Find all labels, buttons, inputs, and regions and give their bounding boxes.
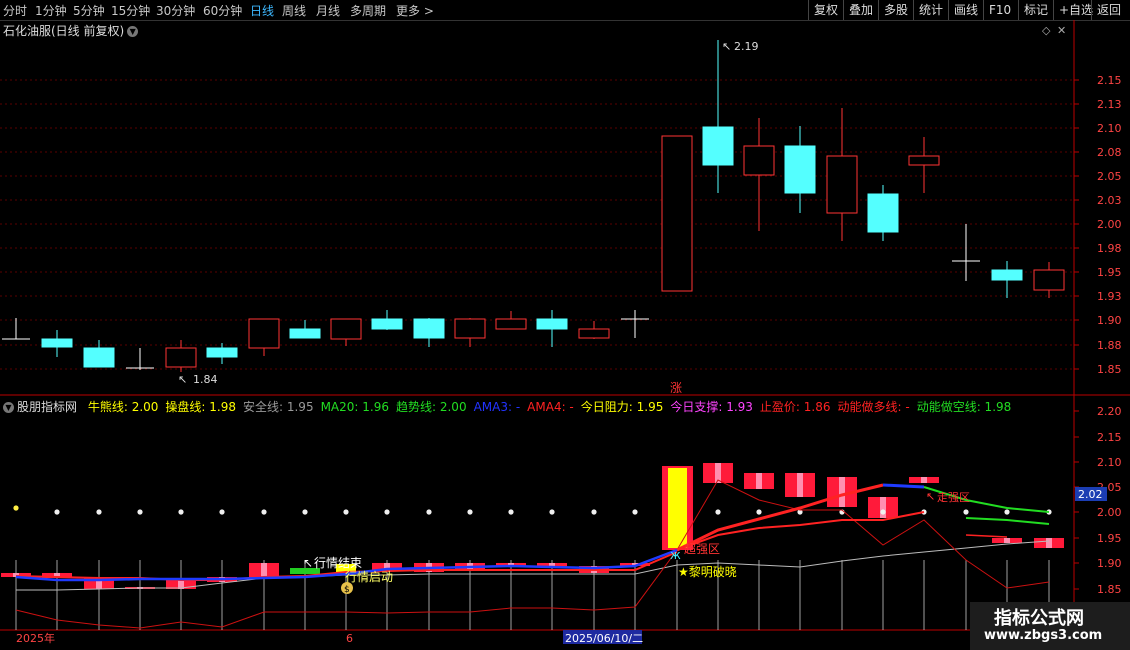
price-tick-label: 1.90 (1097, 314, 1122, 327)
candlestick (289, 320, 321, 339)
signal-dot (96, 509, 102, 515)
signal-dot (963, 509, 969, 515)
watermark-url: www.zbgs3.com (984, 628, 1103, 643)
signal-dot (756, 509, 762, 515)
svg-text:$: $ (344, 585, 350, 595)
trend-blue (882, 483, 925, 489)
signal-dot (261, 509, 267, 515)
candlestick (991, 261, 1023, 298)
signal-dot (715, 509, 721, 515)
candlestick (126, 348, 154, 370)
signal-dot (343, 509, 349, 515)
signal-dot (549, 509, 555, 515)
candlestick (702, 40, 734, 193)
date-label: 6 (346, 632, 353, 645)
butterfly-icon: ж (670, 548, 681, 562)
walk-strong-label: 走强区 (937, 491, 970, 504)
price-tick-label: 1.88 (1097, 339, 1122, 352)
candlestick (536, 310, 568, 347)
price-tick-label: 1.98 (1097, 242, 1122, 255)
dawn-break-label: ★黎明破晓 (678, 564, 737, 579)
signal-dot (508, 509, 514, 515)
svg-text:2.02: 2.02 (1078, 488, 1103, 501)
candlestick (908, 137, 940, 193)
indicator-tick-label: 2.00 (1097, 506, 1122, 519)
candlestick (413, 318, 445, 347)
candlestick (83, 340, 115, 368)
price-tick-label: 2.15 (1097, 74, 1122, 87)
resistance-line (965, 534, 1008, 538)
price-tick-label: 2.05 (1097, 170, 1122, 183)
high-price-label: 2.19 (734, 40, 759, 53)
price-tick-label: 1.95 (1097, 266, 1122, 279)
market-end-label: 行情结束 (314, 556, 362, 570)
signal-dot (426, 509, 432, 515)
indicator-bar (909, 477, 939, 483)
signal-dot (384, 509, 390, 515)
signal-dot (467, 509, 473, 515)
date-label: 2025年 (16, 631, 55, 645)
price-tick-label: 1.93 (1097, 290, 1122, 303)
candlestick (248, 318, 280, 356)
low-price-label: 1.84 (193, 373, 218, 386)
price-tick-label: 2.10 (1097, 122, 1122, 135)
indicator-bar (992, 538, 1022, 543)
price-tick-label: 2.13 (1097, 98, 1122, 111)
date-cursor-label: 2025/06/10/二 (565, 632, 643, 645)
svg-text:↖: ↖ (722, 40, 731, 53)
market-start-label: 行情启动 (345, 570, 393, 584)
signal-dot (302, 509, 308, 515)
signal-dot (13, 505, 19, 511)
candlestick (578, 321, 610, 339)
svg-text:↖: ↖ (178, 373, 187, 386)
indicator-tick-label: 2.20 (1097, 405, 1122, 418)
signal-dot (632, 509, 638, 515)
candlestick (495, 311, 527, 330)
price-tick-label: 2.03 (1097, 194, 1122, 207)
indicator-bar (785, 473, 815, 497)
indicator-bar (868, 497, 898, 518)
indicator-bar (744, 473, 774, 489)
candlestick (206, 343, 238, 364)
signal-dot (219, 509, 225, 515)
kline-chart-canvas: 2.15 2.13 2.10 2.08 2.05 2.03 2.00 1.98 1.95 1.93… (0, 20, 1130, 650)
diamond-icon[interactable]: ◇ (1042, 24, 1051, 37)
candlestick (41, 330, 73, 357)
indicator-tick-label: 1.95 (1097, 532, 1122, 545)
price-tick-label: 1.85 (1097, 363, 1122, 376)
candlestick (330, 318, 362, 346)
indicator-bar (1034, 538, 1064, 548)
price-tick-label: 2.08 (1097, 146, 1122, 159)
svg-text:↖: ↖ (926, 490, 935, 503)
trend-line (965, 517, 1050, 525)
indicator-tick-label: 1.90 (1097, 557, 1122, 570)
candlestick (621, 310, 649, 338)
indicator-tick-label: 2.10 (1097, 456, 1122, 469)
candlestick (1033, 262, 1065, 298)
watermark-title: 指标公式网 (994, 608, 1084, 629)
signal-dot (178, 509, 184, 515)
signal-dot (54, 509, 60, 515)
candlestick (2, 318, 30, 340)
price-tick-label: 2.00 (1097, 218, 1122, 231)
close-icon[interactable]: ✕ (1057, 24, 1066, 37)
candlestick (371, 310, 403, 330)
signal-dot (137, 509, 143, 515)
watermark: 指标公式网 www.zbgs3.com (970, 602, 1130, 650)
indicator-tick-label: 1.85 (1097, 583, 1122, 596)
signal-dot (1004, 509, 1010, 515)
candlestick (743, 118, 775, 231)
svg-text:↖: ↖ (303, 556, 313, 570)
candlestick (454, 318, 486, 347)
signal-dot (591, 509, 597, 515)
strong-zone-label: 超强区 (684, 541, 720, 556)
indicator-tick-label: 2.15 (1097, 431, 1122, 444)
candlestick (867, 185, 899, 241)
signal-dot (880, 509, 886, 515)
limit-up-marker: 涨 (670, 380, 682, 395)
candlestick (661, 135, 693, 292)
